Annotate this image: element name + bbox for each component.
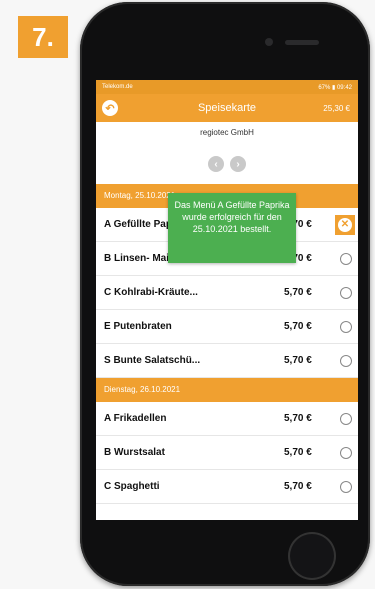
home-button[interactable] <box>288 532 336 580</box>
menu-item-name: E Putenbraten <box>104 321 172 332</box>
menu-item-name: S Bunte Salatschü... <box>104 355 201 366</box>
step-number-badge: 7. <box>18 16 68 58</box>
menu-item-name: B Wurstsalat <box>104 447 165 458</box>
front-camera <box>265 38 273 46</box>
tutorial-page: 7. Telekom.de 67% ▮ 09:42 ↶ Speisekarte … <box>0 0 375 589</box>
order-radio-button[interactable] <box>340 446 352 459</box>
order-radio-button[interactable] <box>340 320 352 333</box>
menu-item-price: 5,70 € <box>284 355 312 366</box>
menu-item-price: 5,70 € <box>284 321 312 332</box>
menu-item-name: C Kohlrabi-Kräute... <box>104 287 198 298</box>
menu-item-name: A Frikadellen <box>104 413 167 424</box>
menu-item-price: 5,70 € <box>284 481 312 492</box>
order-radio-button[interactable] <box>340 412 352 425</box>
app-bar: ↶ Speisekarte 25,30 € <box>96 94 358 122</box>
menu-item-name: C Spaghetti <box>104 481 160 492</box>
carrier-label: Telekom.de <box>102 84 133 90</box>
chevron-left-icon[interactable]: ‹ <box>208 156 224 172</box>
page-title: Speisekarte <box>197 102 257 114</box>
company-name: regiotec GmbH <box>200 128 254 137</box>
menu-item-row[interactable]: E Putenbraten 5,70 € <box>96 310 358 344</box>
earpiece-speaker <box>285 40 319 45</box>
menu-item-row[interactable]: A Frikadellen 5,70 € <box>96 402 358 436</box>
balance-label: 25,30 € <box>323 103 350 113</box>
status-bar: Telekom.de 67% ▮ 09:42 <box>96 80 358 94</box>
order-radio-button[interactable] <box>340 480 352 493</box>
day-header: Dienstag, 26.10.2021 <box>96 378 358 402</box>
order-radio-button[interactable] <box>340 354 352 367</box>
menu-item-row[interactable]: C Kohlrabi-Kräute... 5,70 € <box>96 276 358 310</box>
menu-item-row[interactable]: C Spaghetti 5,70 € <box>96 470 358 504</box>
order-radio-button[interactable] <box>340 286 352 299</box>
menu-item-row[interactable]: S Bunte Salatschü... 5,70 € <box>96 344 358 378</box>
menu-item-row[interactable]: B Wurstsalat 5,70 € <box>96 436 358 470</box>
cancel-order-button[interactable]: ✕ <box>335 214 355 235</box>
chevron-right-icon[interactable]: › <box>230 156 246 172</box>
close-icon: ✕ <box>338 217 352 232</box>
menu-item-price: 5,70 € <box>284 413 312 424</box>
menu-item-price: 5,70 € <box>284 447 312 458</box>
menu-item-price: 5,70 € <box>284 287 312 298</box>
app-screen: Telekom.de 67% ▮ 09:42 ↶ Speisekarte 25,… <box>96 80 358 520</box>
week-navigation: ‹ › <box>96 144 358 184</box>
order-radio-button[interactable] <box>340 252 352 265</box>
status-right: 67% ▮ 09:42 <box>318 84 352 91</box>
order-confirmation-toast: Das Menü A Gefüllte Paprika wurde erfolg… <box>168 193 296 263</box>
